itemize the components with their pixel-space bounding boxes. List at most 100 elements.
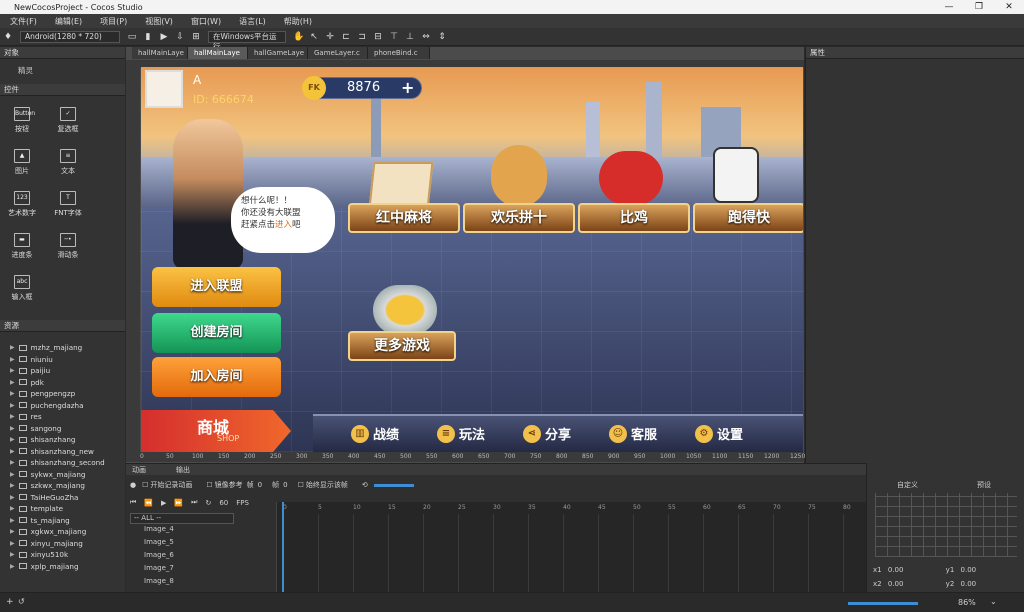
menu-window[interactable]: 窗口(W) xyxy=(191,16,221,27)
tab-animation[interactable]: 动画 xyxy=(132,465,146,475)
resource-item[interactable]: ▶ shisanzhang_second xyxy=(10,457,105,468)
tab-hallmainlayer-1[interactable]: hallMainLaye xyxy=(132,47,188,59)
resource-item[interactable]: ▶ xplp_majiang xyxy=(10,561,79,572)
widget-button[interactable]: Button 按钮 xyxy=(4,107,40,134)
menu-edit[interactable]: 编辑(E) xyxy=(55,16,82,27)
tab-hallgamelayer[interactable]: hallGameLaye xyxy=(248,47,308,59)
tab-hallmainlayer-2[interactable]: hallMainLaye xyxy=(188,47,248,59)
game-huanle[interactable]: 欢乐拼十 xyxy=(463,203,575,233)
join-room-button[interactable]: 加入房间 xyxy=(152,357,281,397)
resource-item[interactable]: ▶ ts_majiang xyxy=(10,515,70,526)
timeline-item[interactable]: Image_5 xyxy=(144,538,174,546)
widget-slider[interactable]: ─• 滑动条 xyxy=(50,233,86,260)
distribute-v-icon[interactable]: ⇕ xyxy=(437,32,447,42)
expand-icon[interactable]: ▶ xyxy=(10,517,15,524)
widget-image[interactable]: ▲ 图片 xyxy=(4,149,40,176)
y2-value[interactable]: 0.00 xyxy=(961,580,977,588)
resource-item[interactable]: ▶ template xyxy=(10,503,63,514)
expand-icon[interactable]: ▶ xyxy=(10,344,15,351)
game-hongzhong[interactable]: 红中麻将 xyxy=(348,203,460,233)
tab-preset[interactable]: 预设 xyxy=(977,480,991,490)
speed-slider[interactable] xyxy=(373,483,414,487)
layout-icon[interactable]: ▭ xyxy=(127,32,137,42)
expand-icon[interactable]: ▶ xyxy=(10,482,15,489)
next-frame-icon[interactable]: ⏩ xyxy=(174,499,183,507)
loop-play-icon[interactable]: ↻ xyxy=(205,499,211,507)
more-games-button[interactable]: 更多游戏 xyxy=(348,331,456,361)
expand-icon[interactable]: ▶ xyxy=(10,540,15,547)
resource-item[interactable]: ▶ mzhz_majiang xyxy=(10,342,82,353)
sprite-item[interactable]: 精灵 xyxy=(18,65,33,76)
cursor-icon[interactable]: ↖ xyxy=(309,32,319,42)
resource-item[interactable]: ▶ szkwx_majiang xyxy=(10,480,85,491)
align-center-icon[interactable]: ⊐ xyxy=(357,32,367,42)
y1-value[interactable]: 0.00 xyxy=(961,566,977,574)
zoom-value[interactable]: 86% xyxy=(958,598,976,607)
resource-item[interactable]: ▶ puchengdazha xyxy=(10,400,84,411)
game-biji[interactable]: 比鸡 xyxy=(578,203,690,233)
resource-item[interactable]: ▶ sykwx_majiang xyxy=(10,469,85,480)
resource-item[interactable]: ▶ sangong xyxy=(10,423,61,434)
add-coins-icon[interactable]: + xyxy=(401,78,414,97)
resource-item[interactable]: ▶ res xyxy=(10,411,42,422)
game-canvas[interactable]: A ID: 666674 FK 8876 + 想什么呢！！ 你还没有大联盟 赶紧… xyxy=(141,67,803,452)
timeline-item[interactable]: Image_8 xyxy=(144,577,174,585)
avatar[interactable] xyxy=(145,70,183,108)
expand-icon[interactable]: ▶ xyxy=(10,494,15,501)
timeline-item[interactable]: Image_7 xyxy=(144,564,174,572)
align-left-icon[interactable]: ⊏ xyxy=(341,32,351,42)
publish-icon[interactable]: ⇩ xyxy=(175,32,185,42)
minimize-icon[interactable]: — xyxy=(934,0,964,14)
align-top-icon[interactable]: ⊤ xyxy=(389,32,399,42)
widget-progress[interactable]: ▬ 进度条 xyxy=(4,233,40,260)
timeline-item[interactable]: Image_4 xyxy=(144,525,174,533)
always-show-checkbox[interactable]: ☐ xyxy=(298,481,304,489)
resource-item[interactable]: ▶ shisanzhang xyxy=(10,434,75,445)
resource-item[interactable]: ▶ paijiu xyxy=(10,365,50,376)
menu-file[interactable]: 文件(F) xyxy=(10,16,37,27)
expand-icon[interactable]: ▶ xyxy=(10,356,15,363)
loop-icon[interactable]: ⟲ xyxy=(362,481,368,489)
fps-value[interactable]: 60 xyxy=(219,499,228,507)
resource-item[interactable]: ▶ xinyu510k xyxy=(10,549,68,560)
resource-item[interactable]: ▶ niuniu xyxy=(10,354,53,365)
expand-icon[interactable]: ▶ xyxy=(10,413,15,420)
timeline-track[interactable]: 0 5 10 15 20 25 30 35 40 45 50 55 60 65 70 75 80 xyxy=(276,502,866,592)
play-anim-icon[interactable]: ▶ xyxy=(161,499,166,507)
create-room-button[interactable]: 创建房间 xyxy=(152,313,281,353)
widget-fnt[interactable]: T FNT字体 xyxy=(50,191,86,218)
widget-text[interactable]: ≡ 文本 xyxy=(50,149,86,176)
filter-select[interactable]: -- ALL -- xyxy=(130,513,234,524)
tab-phonebind[interactable]: phoneBind.c xyxy=(368,47,430,59)
widget-art-number[interactable]: 123 艺术数字 xyxy=(4,191,40,218)
playhead[interactable] xyxy=(282,502,284,592)
nav-share[interactable]: ⋖ 分享 xyxy=(523,424,571,443)
widget-input[interactable]: abc 输入框 xyxy=(4,275,40,302)
expand-icon[interactable]: ▶ xyxy=(10,459,15,466)
record-checkbox[interactable]: ☐ xyxy=(142,481,148,489)
zoom-dropdown-icon[interactable]: ⌄ xyxy=(990,597,997,606)
expand-icon[interactable]: ▶ xyxy=(10,425,15,432)
play-icon[interactable]: ▶ xyxy=(159,32,169,42)
resource-item[interactable]: ▶ shisanzhang_new xyxy=(10,446,94,457)
expand-icon[interactable]: ▶ xyxy=(10,505,15,512)
game-paodekuai[interactable]: 跑得快 xyxy=(693,203,803,233)
prev-frame-icon[interactable]: ⏪ xyxy=(144,499,153,507)
expand-icon[interactable]: ▶ xyxy=(10,528,15,535)
align-middle-icon[interactable]: ⊥ xyxy=(405,32,415,42)
expand-icon[interactable]: ▶ xyxy=(10,448,15,455)
nav-settings[interactable]: ⚙ 设置 xyxy=(695,424,743,443)
menu-language[interactable]: 语言(L) xyxy=(239,16,266,27)
menu-help[interactable]: 帮助(H) xyxy=(284,16,312,27)
resource-item[interactable]: ▶ TaiHeGuoZha xyxy=(10,492,78,503)
first-frame-icon[interactable]: ⏮ xyxy=(130,498,136,507)
device-select[interactable]: Android(1280 * 720) xyxy=(20,30,120,43)
run-target-select[interactable]: 在Windows平台运行 xyxy=(208,30,286,51)
shop-button[interactable]: 商城 SHOP xyxy=(141,410,291,452)
tab-output[interactable]: 输出 xyxy=(176,465,190,475)
nav-rules[interactable]: ≡ 玩法 xyxy=(437,424,485,443)
x1-value[interactable]: 0.00 xyxy=(888,566,904,574)
distribute-icon[interactable]: ⇔ xyxy=(421,32,431,42)
widget-checkbox[interactable]: ✓ 复选框 xyxy=(50,107,86,134)
x2-value[interactable]: 0.00 xyxy=(888,580,904,588)
